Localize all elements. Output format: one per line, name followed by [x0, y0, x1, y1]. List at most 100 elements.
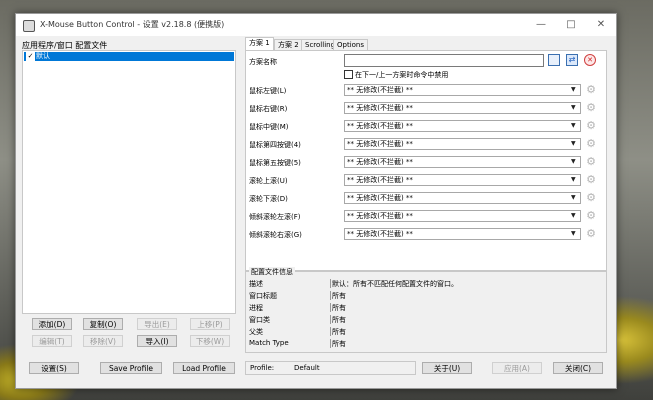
layer-name-input[interactable]	[344, 54, 544, 67]
gear-icon[interactable]: ⚙	[585, 192, 597, 204]
button4-label: 鼠标第四按键(4)	[249, 141, 301, 149]
remove-button[interactable]: 移除(V)	[83, 335, 123, 347]
tilt-right-select[interactable]: ** 无修改(不拦截) ** ▼	[344, 228, 581, 240]
disable-checkbox[interactable]	[344, 70, 353, 79]
button4-value: ** 无修改(不拦截) **	[347, 140, 413, 148]
minimize-button[interactable]: —	[526, 14, 556, 36]
profile-status-value: Default	[294, 364, 320, 372]
middle-button-value: ** 无修改(不拦截) **	[347, 122, 413, 130]
gear-icon[interactable]: ⚙	[585, 156, 597, 168]
profile-checkbox[interactable]: ✓	[26, 52, 35, 61]
clear-icon[interactable]: ✕	[584, 54, 596, 66]
profile-list[interactable]: ✓ 默认	[22, 50, 236, 314]
wheel-up-value: ** 无修改(不拦截) **	[347, 176, 413, 184]
info-separator	[330, 303, 331, 312]
info-key-match-type: Match Type	[249, 339, 289, 347]
swap-icon[interactable]: ⇄	[566, 54, 578, 66]
window-title: X-Mouse Button Control - 设置 v2.18.8 (便携版…	[40, 20, 225, 29]
save-profile-button[interactable]: Save Profile	[100, 362, 162, 374]
chevron-down-icon: ▼	[571, 212, 576, 219]
gear-icon[interactable]: ⚙	[585, 102, 597, 114]
chevron-down-icon: ▼	[571, 158, 576, 165]
gear-icon[interactable]: ⚙	[585, 228, 597, 240]
app-icon	[23, 20, 35, 32]
copy-button[interactable]: 复制(O)	[83, 318, 123, 330]
list-item-label: 默认	[36, 52, 50, 60]
info-value-description: 默认：所有不匹配任何配置文件的窗口。	[332, 280, 458, 288]
left-button-value: ** 无修改(不拦截) **	[347, 86, 413, 94]
info-key-window-title: 窗口标题	[249, 292, 277, 300]
gear-icon[interactable]: ⚙	[585, 210, 597, 222]
button4-select[interactable]: ** 无修改(不拦截) ** ▼	[344, 138, 581, 150]
middle-button-select[interactable]: ** 无修改(不拦截) ** ▼	[344, 120, 581, 132]
middle-button-label: 鼠标中键(M)	[249, 123, 289, 131]
close-window-button[interactable]: ✕	[586, 14, 616, 36]
info-separator	[330, 291, 331, 300]
gear-icon[interactable]: ⚙	[585, 120, 597, 132]
profile-status-label: Profile:	[250, 364, 275, 372]
maximize-button[interactable]: □	[556, 14, 586, 36]
info-key-description: 描述	[249, 280, 263, 288]
list-item-selected[interactable]: ✓ 默认	[24, 52, 234, 61]
chevron-down-icon: ▼	[571, 230, 576, 237]
right-button-select[interactable]: ** 无修改(不拦截) ** ▼	[344, 102, 581, 114]
right-button-value: ** 无修改(不拦截) **	[347, 104, 413, 112]
left-button-select[interactable]: ** 无修改(不拦截) ** ▼	[344, 84, 581, 96]
left-button-label: 鼠标左键(L)	[249, 87, 287, 95]
profile-status-box: Profile: Default	[245, 361, 416, 375]
gear-icon[interactable]: ⚙	[585, 174, 597, 186]
wheel-up-label: 滚轮上滚(U)	[249, 177, 288, 185]
title-bar[interactable]: X-Mouse Button Control - 设置 v2.18.8 (便携版…	[16, 14, 616, 36]
info-value-window-title: 所有	[332, 292, 346, 300]
close-button[interactable]: 关闭(C)	[553, 362, 603, 374]
gear-icon[interactable]: ⚙	[585, 84, 597, 96]
info-value-process: 所有	[332, 304, 346, 312]
tilt-left-value: ** 无修改(不拦截) **	[347, 212, 413, 220]
tilt-right-label: 倾斜滚轮右滚(G)	[249, 231, 302, 239]
tilt-right-value: ** 无修改(不拦截) **	[347, 230, 413, 238]
profile-info-header: 配置文件信息	[249, 267, 295, 277]
chevron-down-icon: ▼	[571, 122, 576, 129]
info-key-window-class: 窗口类	[249, 316, 270, 324]
info-value-match-type: 所有	[332, 340, 346, 348]
chevron-down-icon: ▼	[571, 140, 576, 147]
wheel-up-select[interactable]: ** 无修改(不拦截) ** ▼	[344, 174, 581, 186]
info-separator	[330, 327, 331, 336]
right-button-label: 鼠标右键(R)	[249, 105, 288, 113]
tilt-left-label: 倾斜滚轮左滚(F)	[249, 213, 301, 221]
about-button[interactable]: 关于(U)	[422, 362, 472, 374]
chevron-down-icon: ▼	[571, 194, 576, 201]
tab-layer-1[interactable]: 方案 1	[245, 37, 274, 51]
layer-name-label: 方案名称	[249, 58, 277, 66]
info-key-parent-class: 父类	[249, 328, 263, 336]
move-up-button[interactable]: 上移(P)	[190, 318, 230, 330]
add-button[interactable]: 添加(D)	[32, 318, 72, 330]
edit-button[interactable]: 编辑(T)	[32, 335, 72, 347]
button5-label: 鼠标第五按键(5)	[249, 159, 301, 167]
disable-checkbox-label: 在下一/上一方案时命令中禁用	[355, 71, 449, 79]
info-key-process: 进程	[249, 304, 263, 312]
chevron-down-icon: ▼	[571, 176, 576, 183]
export-button[interactable]: 导出(E)	[137, 318, 177, 330]
tilt-left-select[interactable]: ** 无修改(不拦截) ** ▼	[344, 210, 581, 222]
chevron-down-icon: ▼	[571, 86, 576, 93]
info-value-window-class: 所有	[332, 316, 346, 324]
gear-icon[interactable]: ⚙	[585, 138, 597, 150]
button5-select[interactable]: ** 无修改(不拦截) ** ▼	[344, 156, 581, 168]
import-button[interactable]: 导入(I)	[137, 335, 177, 347]
apply-button[interactable]: 应用(A)	[492, 362, 542, 374]
info-separator	[330, 315, 331, 324]
info-separator	[330, 279, 331, 288]
wheel-down-label: 滚轮下滚(D)	[249, 195, 288, 203]
window-icon[interactable]	[548, 54, 560, 66]
load-profile-button[interactable]: Load Profile	[173, 362, 235, 374]
chevron-down-icon: ▼	[571, 104, 576, 111]
info-separator	[330, 339, 331, 348]
wheel-down-select[interactable]: ** 无修改(不拦截) ** ▼	[344, 192, 581, 204]
wheel-down-value: ** 无修改(不拦截) **	[347, 194, 413, 202]
move-down-button[interactable]: 下移(W)	[190, 335, 230, 347]
button5-value: ** 无修改(不拦截) **	[347, 158, 413, 166]
settings-button[interactable]: 设置(S)	[29, 362, 79, 374]
info-value-parent-class: 所有	[332, 328, 346, 336]
main-window: X-Mouse Button Control - 设置 v2.18.8 (便携版…	[15, 13, 617, 389]
